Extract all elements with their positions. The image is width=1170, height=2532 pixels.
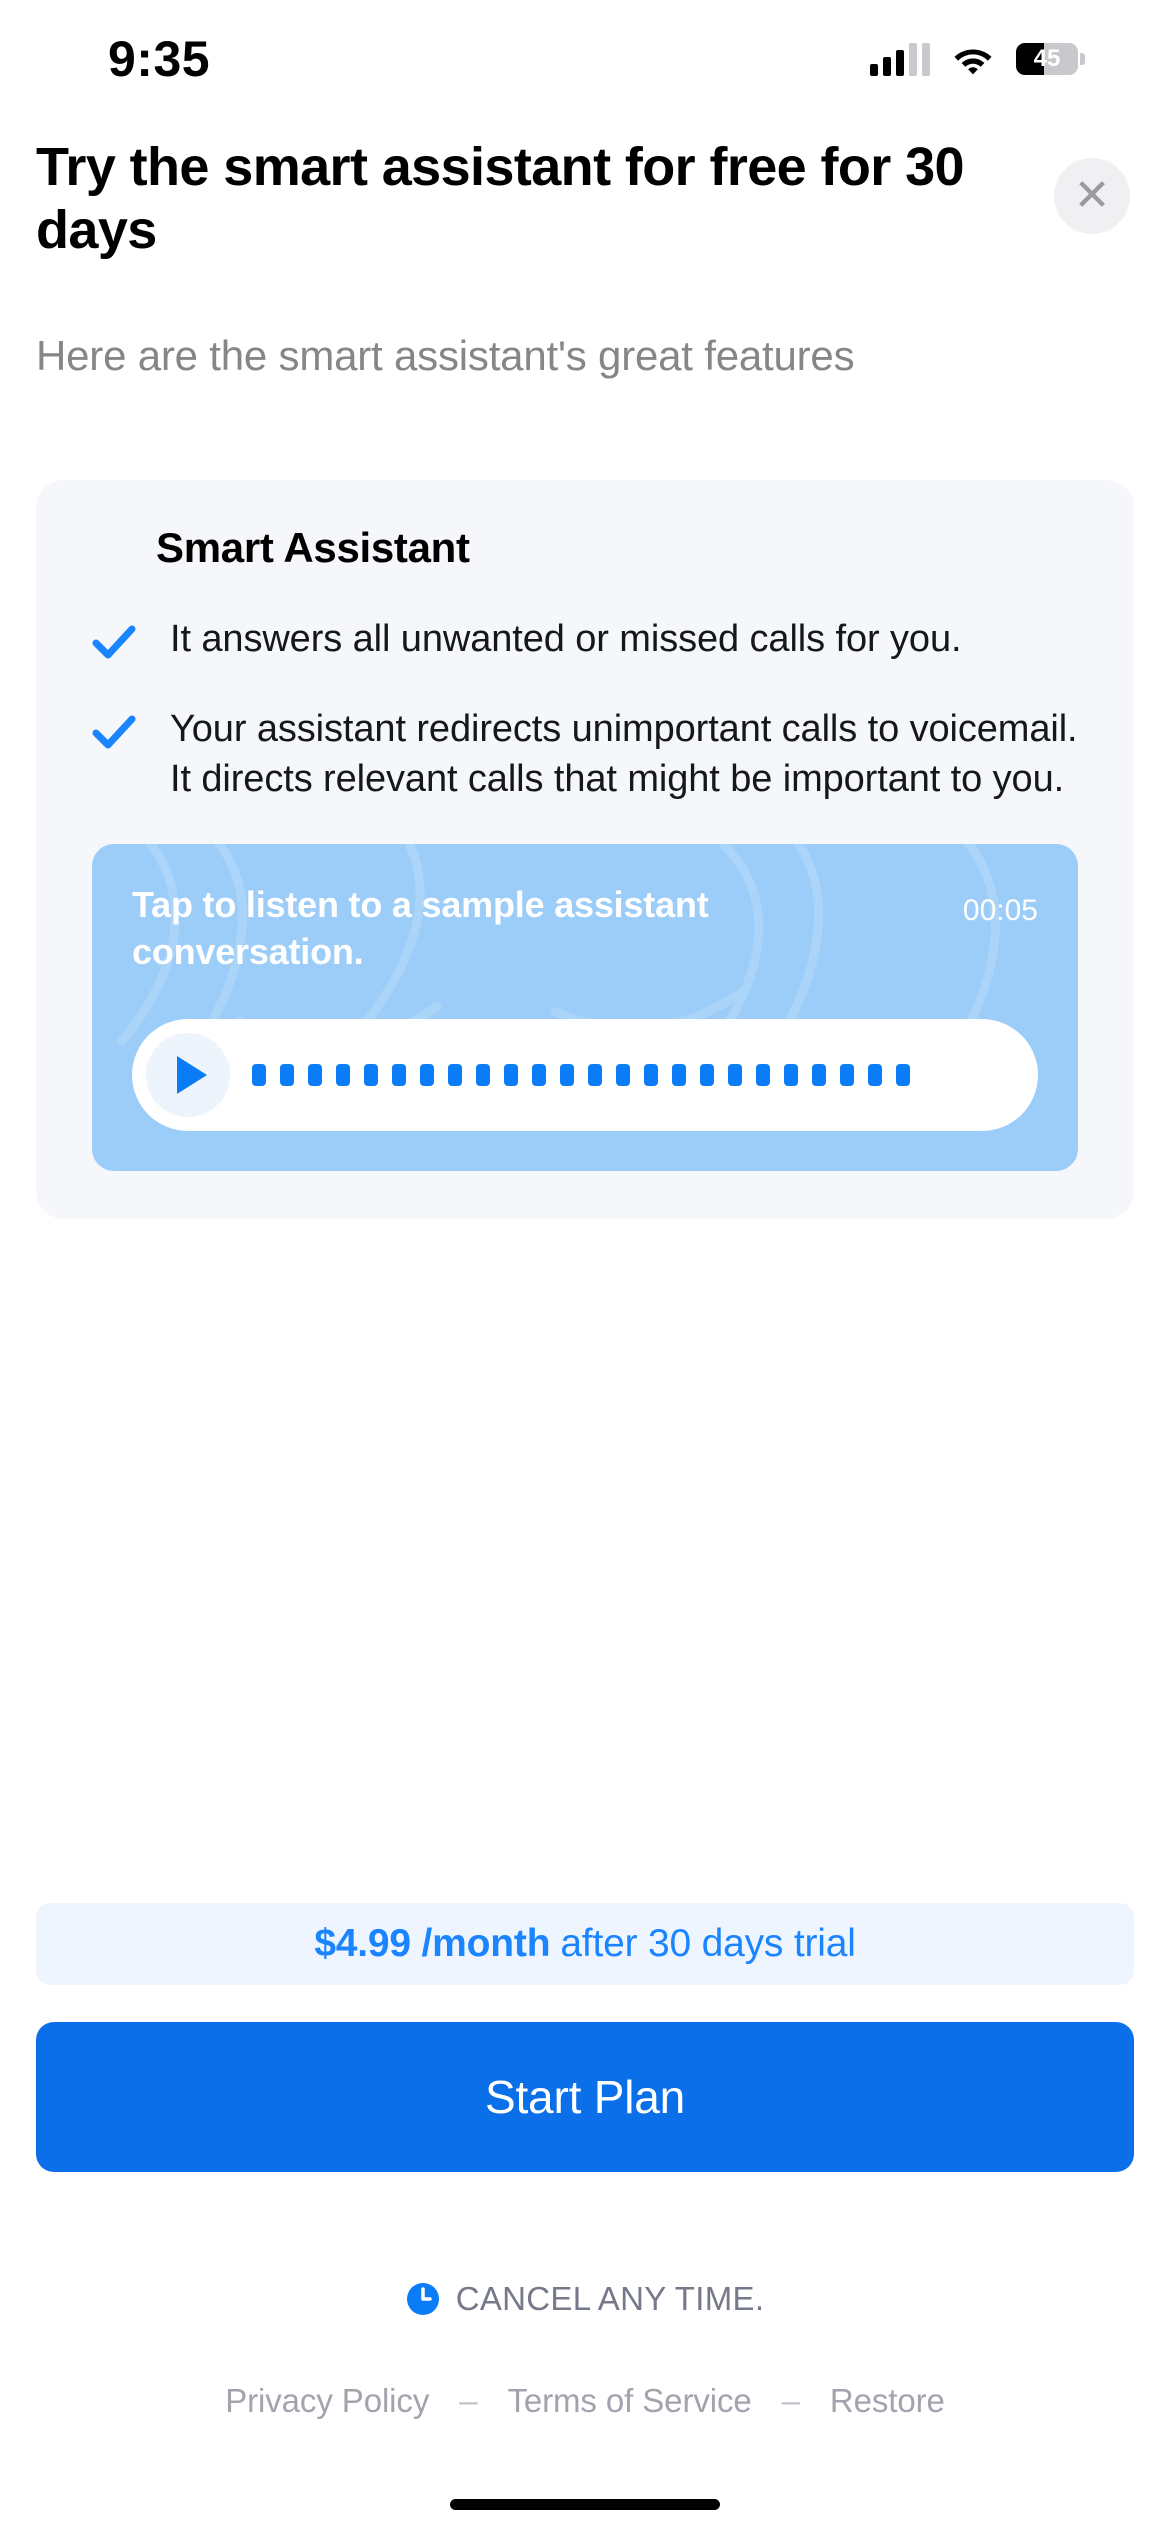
price-suffix: after 30 days trial [560, 1922, 856, 1965]
restore-link[interactable]: Restore [830, 2382, 945, 2420]
page-header: Try the smart assistant for free for 30 … [0, 118, 1170, 262]
wifi-icon [952, 43, 994, 75]
page-title: Try the smart assistant for free for 30 … [36, 137, 965, 261]
feature-text: Your assistant redirects unimportant cal… [170, 708, 1078, 801]
status-bar-time: 9:35 [108, 31, 211, 87]
status-bar: 9:35 45 [0, 0, 1170, 118]
player-header: Tap to listen to a sample assistant conv… [132, 882, 1038, 974]
home-indicator[interactable] [450, 2499, 720, 2510]
card-title: Smart Assistant [156, 524, 470, 571]
terms-of-service-link[interactable]: Terms of Service [507, 2382, 751, 2420]
sample-conversation-player[interactable]: Tap to listen to a sample assistant conv… [92, 844, 1078, 1171]
feature-text: It answers all unwanted or missed calls … [170, 618, 962, 660]
check-icon [92, 625, 136, 659]
link-separator: – [781, 2382, 800, 2419]
close-icon: ✕ [1073, 171, 1111, 220]
play-button[interactable] [146, 1032, 230, 1117]
check-icon [92, 715, 136, 749]
cancel-any-time-note: CANCEL ANY TIME. [0, 2280, 1170, 2318]
app-screen: 9:35 45 Try the smart assistant for free… [0, 0, 1170, 2532]
player-control-bar[interactable] [132, 1018, 1038, 1131]
start-plan-button[interactable]: Start Plan [36, 2022, 1134, 2172]
price-banner: $4.99 /month after 30 days trial [36, 1903, 1134, 1985]
battery-level-label: 45 [1033, 45, 1061, 72]
player-duration: 00:05 [962, 894, 1038, 928]
cellular-signal-icon [870, 42, 930, 76]
page-subtitle: Here are the smart assistant's great fea… [36, 332, 855, 379]
link-separator: – [459, 2382, 478, 2419]
player-label: Tap to listen to a sample assistant conv… [132, 884, 709, 972]
waveform-track[interactable] [252, 1063, 1016, 1086]
cancel-any-time-label: CANCEL ANY TIME. [455, 2280, 765, 2317]
play-icon [176, 1055, 207, 1094]
clock-icon [406, 2283, 439, 2315]
privacy-policy-link[interactable]: Privacy Policy [225, 2382, 429, 2420]
battery-icon: 45 [1016, 43, 1085, 75]
feature-card: Smart Assistant It answers all unwanted … [36, 480, 1134, 1219]
status-bar-indicators: 45 [870, 42, 1085, 76]
footer-links: Privacy Policy – Terms of Service – Rest… [0, 2382, 1170, 2420]
feature-item: It answers all unwanted or missed calls … [92, 614, 1078, 664]
feature-item: Your assistant redirects unimportant cal… [92, 704, 1078, 804]
close-button[interactable]: ✕ [1054, 158, 1130, 234]
price-amount: $4.99 /month [314, 1922, 551, 1965]
